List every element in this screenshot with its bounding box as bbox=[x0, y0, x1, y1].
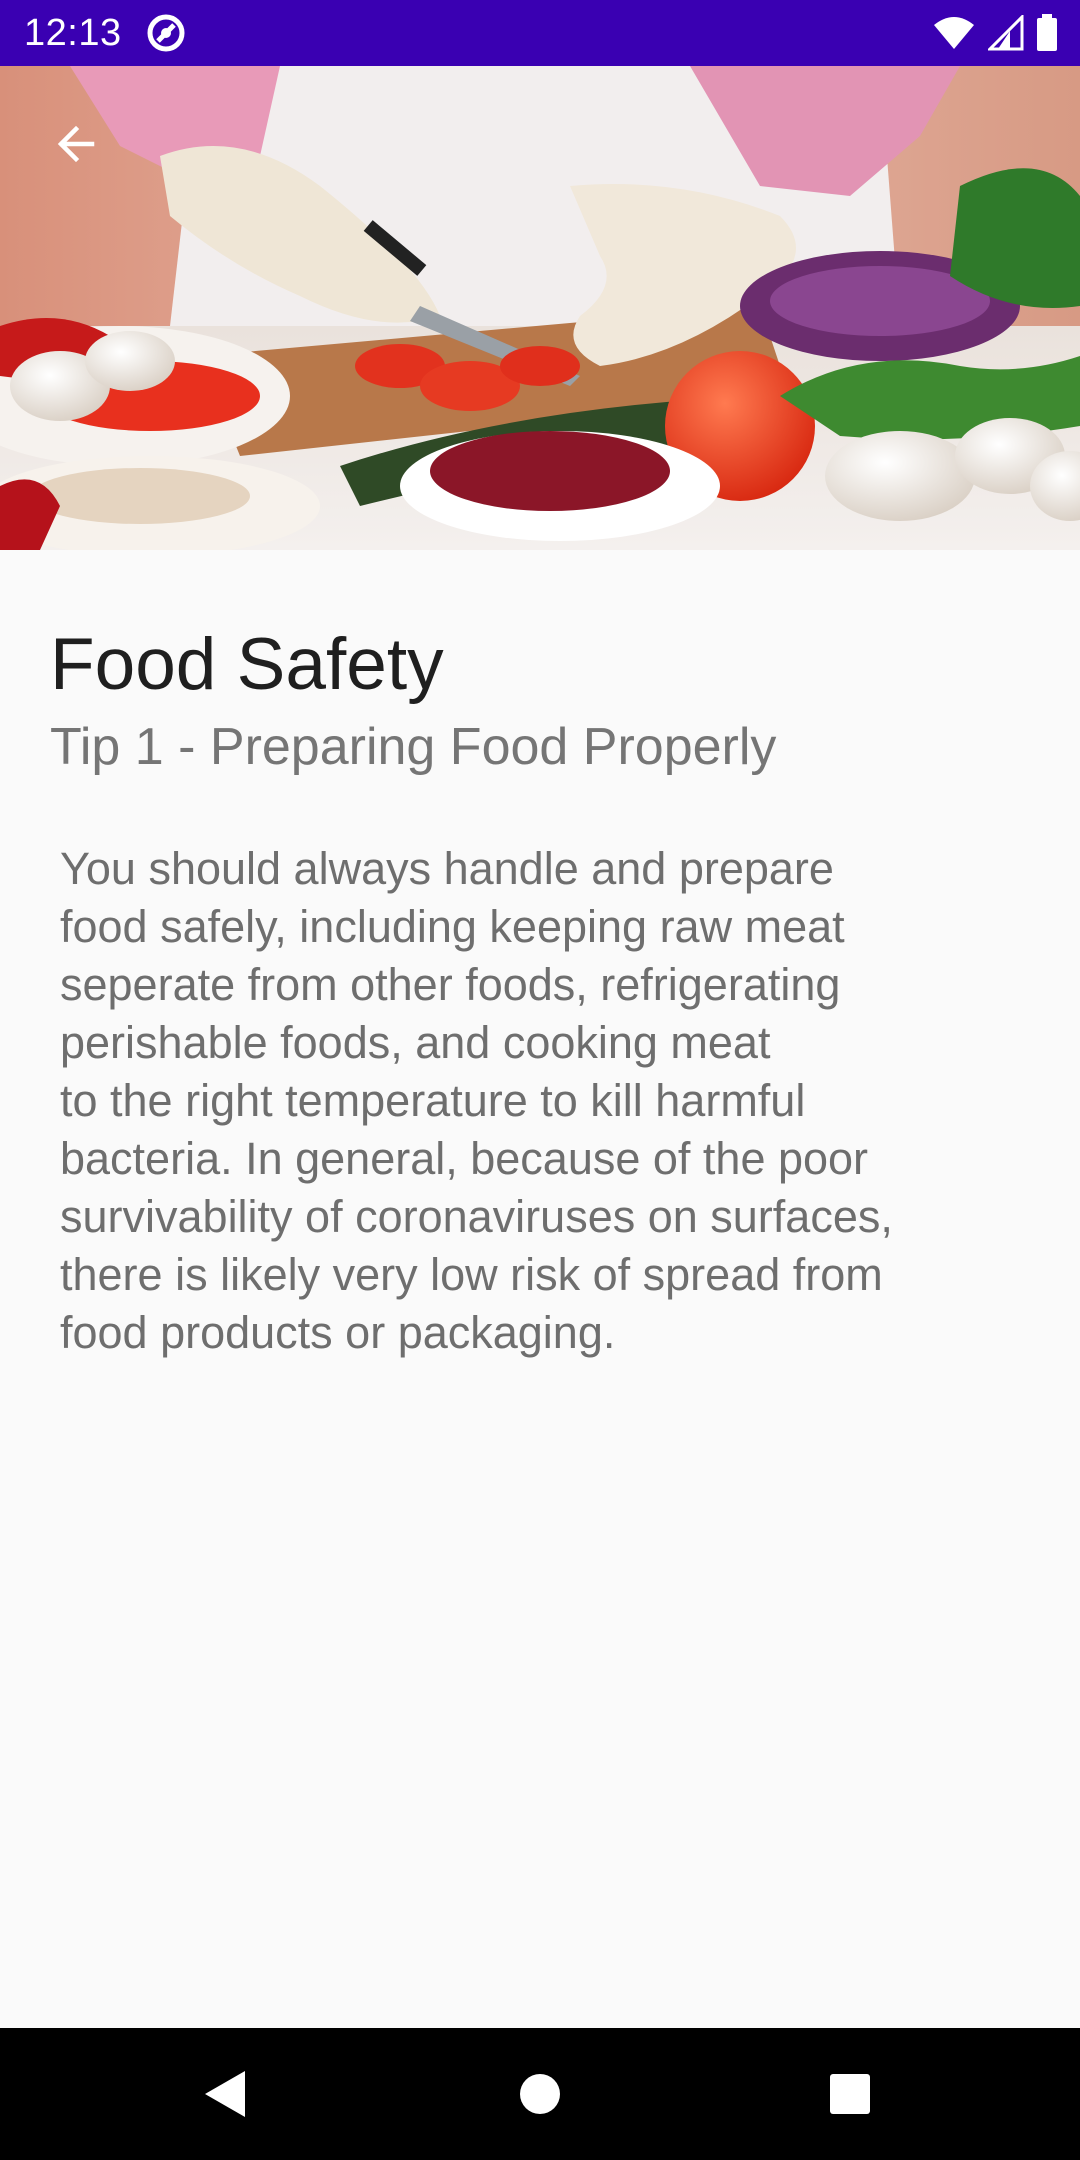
wifi-icon bbox=[934, 17, 974, 49]
nav-recents-button[interactable] bbox=[810, 2054, 890, 2134]
tip-body-line: food products or packaging. bbox=[60, 1307, 616, 1358]
system-nav-bar bbox=[0, 2028, 1080, 2160]
back-triangle-icon bbox=[205, 2071, 245, 2117]
tip-body-line: You should always handle and prepare bbox=[60, 843, 834, 894]
nav-back-button[interactable] bbox=[186, 2054, 266, 2134]
recents-square-icon bbox=[830, 2074, 870, 2114]
tip-body-text: You should always handle and prepare foo… bbox=[60, 840, 1020, 1362]
home-circle-icon bbox=[520, 2074, 560, 2114]
arrow-left-icon bbox=[57, 125, 95, 163]
tip-body-line: seperate from other foods, refrigerating bbox=[60, 959, 841, 1010]
nav-home-button[interactable] bbox=[500, 2054, 580, 2134]
tip-body-line: perishable foods, and cooking meat bbox=[60, 1017, 771, 1068]
page-subtitle: Tip 1 - Preparing Food Properly bbox=[50, 718, 777, 776]
battery-icon bbox=[1037, 14, 1057, 51]
tip-body-line: food safely, including keeping raw meat bbox=[60, 901, 845, 952]
tip-body-line: bacteria. In general, because of the poo… bbox=[60, 1133, 869, 1184]
status-bar: 12:13 bbox=[0, 0, 1080, 66]
signal-icon bbox=[988, 15, 1024, 51]
food-preparation-image bbox=[0, 66, 1080, 550]
status-time: 12:13 bbox=[24, 12, 122, 54]
food-safety-screen: 12:13 Food Safety Tip 1 - Preparing Food… bbox=[0, 0, 1080, 2160]
back-button[interactable] bbox=[36, 104, 116, 184]
tip-body-line: to the right temperature to kill harmful bbox=[60, 1075, 806, 1126]
tip-body-line: survivability of coronaviruses on surfac… bbox=[60, 1191, 893, 1242]
page-title: Food Safety bbox=[50, 624, 444, 705]
app-notification-icon bbox=[147, 14, 185, 52]
status-icons bbox=[932, 12, 1058, 54]
tip-body-line: there is likely very low risk of spread … bbox=[60, 1249, 883, 1300]
